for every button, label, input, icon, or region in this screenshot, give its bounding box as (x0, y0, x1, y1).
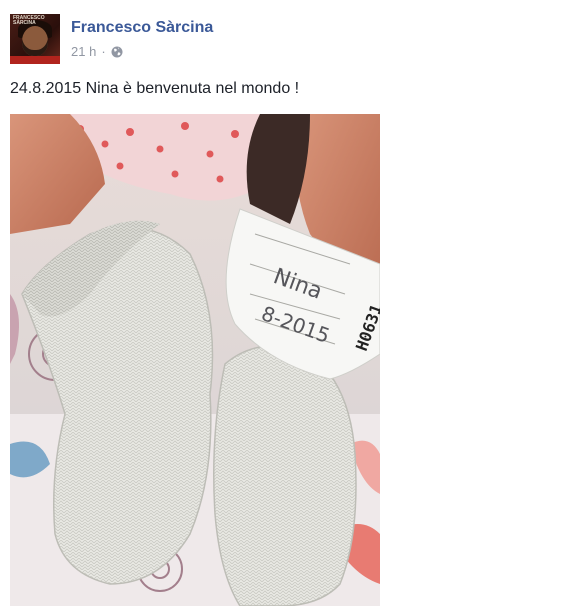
avatar-face (22, 26, 48, 56)
right-sock (213, 345, 357, 606)
meta-separator: · (101, 44, 106, 59)
post-meta: 21 h · (71, 44, 123, 59)
post-photo[interactable]: Nina 8-2015 H0631 (10, 114, 380, 606)
author-name-link[interactable]: Francesco Sàrcina (71, 19, 213, 37)
avatar-band (10, 56, 60, 64)
author-avatar[interactable]: FRANCESCO SÀRCINA (10, 14, 60, 64)
post-message: 24.8.2015 Nina è benvenuta nel mondo ! (10, 80, 300, 97)
avatar-text: FRANCESCO SÀRCINA (13, 15, 45, 26)
post-timestamp[interactable]: 21 h (71, 44, 96, 59)
post-header: FRANCESCO SÀRCINA Francesco Sàrcina 21 h… (10, 14, 550, 64)
globe-icon[interactable] (111, 46, 123, 58)
